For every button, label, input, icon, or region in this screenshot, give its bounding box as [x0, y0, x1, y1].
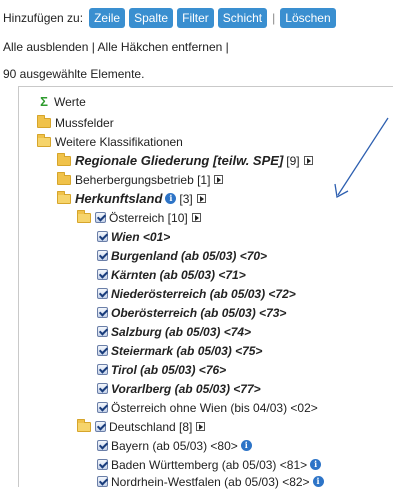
tree-node-count: [3] [179, 191, 193, 206]
tree-leaf-item[interactable]: Salzburg (ab 05/03) <74> [97, 323, 251, 340]
tree-leaf-label: Wien <01> [111, 229, 171, 244]
checkbox-icon[interactable] [95, 421, 106, 432]
add-to-toolbar: Hinzufügen zu: Zeile Spalte Filter Schic… [0, 6, 340, 30]
checkbox-icon[interactable] [95, 212, 106, 223]
tree-leaf-item[interactable]: Österreich ohne Wien (bis 04/03) <02> [97, 399, 318, 416]
tree-leaf-label: Nordrhein-Westfalen (ab 05/03) <82> [111, 474, 310, 489]
folder-open-icon [77, 209, 91, 223]
tree-node-deutschland[interactable]: Deutschland [8] [77, 418, 206, 435]
info-icon[interactable]: i [310, 459, 322, 470]
tree-leaf-item[interactable]: Baden Württemberg (ab 05/03) <81> i [97, 456, 322, 473]
tree-node-label: Regionale Gliederung [teilw. SPE] [75, 153, 284, 168]
tree-leaf-label: Bayern (ab 05/03) <80> [111, 438, 238, 453]
add-column-button[interactable]: Spalte [129, 8, 174, 28]
checkbox-icon[interactable] [97, 269, 108, 280]
tree-leaf-label: Salzburg (ab 05/03) <74> [111, 324, 252, 339]
tree-leaf-item[interactable]: Wien <01> [97, 228, 170, 245]
expand-arrow-icon[interactable] [214, 175, 224, 184]
folder-open-icon [37, 133, 51, 147]
tree-leaf-label: Kärnten (ab 05/03) <71> [111, 267, 246, 282]
checkbox-icon[interactable] [97, 402, 108, 413]
tree-node-beherbergungsbetrieb[interactable]: Beherbergungsbetrieb [1] [57, 171, 224, 188]
checkbox-icon[interactable] [97, 250, 108, 261]
folder-open-icon [77, 418, 91, 432]
folder-icon [37, 114, 51, 128]
tree-leaf-label: Steiermark (ab 05/03) <75> [111, 343, 263, 358]
tree-leaf-item[interactable]: Vorarlberg (ab 05/03) <77> [97, 380, 261, 397]
info-icon[interactable]: i [312, 476, 324, 487]
checkbox-icon[interactable] [97, 459, 108, 470]
add-layer-button[interactable]: Schicht [217, 8, 268, 28]
folder-icon [57, 152, 71, 166]
tree-leaf-label: Vorarlberg (ab 05/03) <77> [111, 381, 261, 396]
checkbox-icon[interactable] [97, 231, 108, 242]
tree-leaf-item[interactable]: Steiermark (ab 05/03) <75> [97, 342, 262, 359]
tree-leaf-label: Burgenland (ab 05/03) <70> [111, 248, 268, 263]
tree-node-label: Deutschland [8] [109, 419, 193, 434]
tree-node-label: Herkunftsland [75, 191, 163, 206]
tree-leaf-item[interactable]: Bayern (ab 05/03) <80> i [97, 437, 252, 454]
expand-arrow-icon[interactable] [196, 422, 206, 431]
tree-node-weitere-klassifikationen[interactable]: Weitere Klassifikationen [37, 133, 183, 150]
tree-leaf-label: Niederösterreich (ab 05/03) <72> [111, 286, 296, 301]
tree-leaf-item[interactable]: Niederösterreich (ab 05/03) <72> [97, 285, 296, 302]
folder-icon [57, 171, 71, 185]
tree-node-herkunftsland[interactable]: Herkunftsland i [3] [57, 190, 206, 207]
checkbox-icon[interactable] [97, 307, 108, 318]
tree-node-label: Mussfelder [55, 115, 114, 130]
tree-leaf-label: Österreich ohne Wien (bis 04/03) <02> [111, 400, 318, 415]
tree-leaf-label: Baden Württemberg (ab 05/03) <81> [111, 457, 308, 472]
sigma-icon: Σ [40, 94, 48, 109]
tree-node-label: Weitere Klassifikationen [55, 134, 183, 149]
tree-node-mussfelder[interactable]: Mussfelder [37, 114, 114, 131]
checkbox-icon[interactable] [97, 383, 108, 394]
remove-all-checks-link[interactable]: Alle Häkchen entfernen [98, 40, 223, 54]
info-icon[interactable]: i [240, 440, 252, 451]
delete-button[interactable]: Löschen [280, 8, 336, 28]
add-filter-button[interactable]: Filter [177, 8, 214, 28]
hide-all-link[interactable]: Alle ausblenden [3, 40, 88, 54]
tree-node-oesterreich[interactable]: Österreich [10] [77, 209, 201, 226]
tree-node-label: Werte [54, 94, 86, 109]
tree-leaf-item[interactable]: Kärnten (ab 05/03) <71> [97, 266, 246, 283]
checkbox-icon[interactable] [97, 476, 108, 487]
checkbox-icon[interactable] [97, 288, 108, 299]
tree-leaf-label: Tirol (ab 05/03) <76> [111, 362, 227, 377]
tree-leaf-item[interactable]: Nordrhein-Westfalen (ab 05/03) <82> i [97, 473, 324, 490]
tree-leaf-item[interactable]: Oberösterreich (ab 05/03) <73> [97, 304, 286, 321]
expand-arrow-icon[interactable] [191, 213, 201, 222]
selected-count: 90 ausgewählte Elemente. [3, 67, 145, 81]
tree-node-count: [9] [286, 153, 300, 168]
checkbox-icon[interactable] [97, 364, 108, 375]
add-row-button[interactable]: Zeile [89, 8, 126, 28]
tree-actions: Alle ausblenden | Alle Häkchen entfernen… [3, 40, 229, 54]
tree-leaf-item[interactable]: Burgenland (ab 05/03) <70> [97, 247, 267, 264]
tree-leaf-item[interactable]: Tirol (ab 05/03) <76> [97, 361, 226, 378]
tree-node-werte[interactable]: Σ Werte [37, 93, 86, 110]
checkbox-icon[interactable] [97, 440, 108, 451]
expand-arrow-icon[interactable] [303, 156, 313, 165]
tree-node-label: Beherbergungsbetrieb [1] [75, 172, 211, 187]
checkbox-icon[interactable] [97, 345, 108, 356]
classification-tree: Σ Werte Mussfelder Weitere Klassifikatio… [18, 86, 393, 490]
links-separator: | [91, 40, 95, 54]
tree-node-label: Österreich [10] [109, 210, 188, 225]
toolbar-separator: | [272, 11, 276, 25]
info-icon[interactable]: i [165, 193, 177, 204]
tree-leaf-label: Oberösterreich (ab 05/03) <73> [111, 305, 287, 320]
folder-open-icon [57, 190, 71, 204]
add-to-label: Hinzufügen zu: [3, 11, 84, 25]
tree-node-regionale-gliederung[interactable]: Regionale Gliederung [teilw. SPE] [9] [57, 152, 313, 169]
expand-arrow-icon[interactable] [196, 194, 206, 203]
links-separator: | [225, 40, 229, 54]
checkbox-icon[interactable] [97, 326, 108, 337]
